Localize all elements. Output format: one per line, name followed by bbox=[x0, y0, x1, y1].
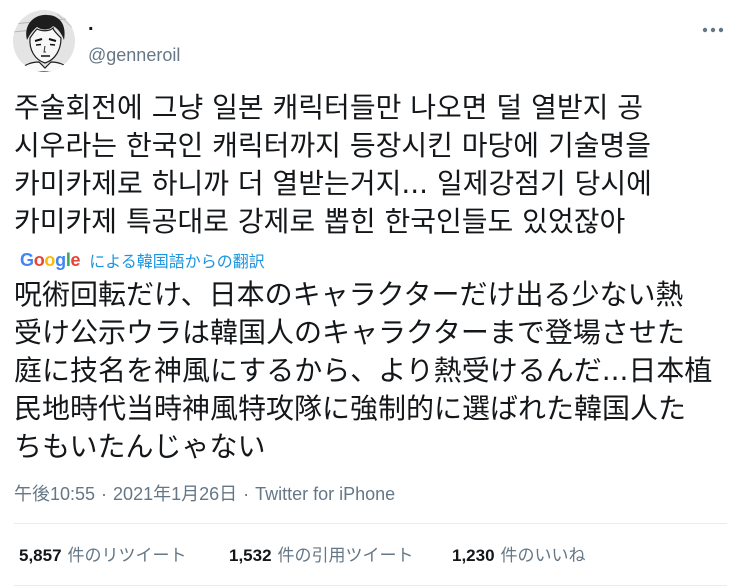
translation-attribution-link[interactable]: Google による韓国語からの翻訳 bbox=[20, 248, 265, 272]
divider bbox=[14, 523, 727, 524]
retweets-label: 件のリツイート bbox=[67, 546, 187, 565]
google-logo-letter: G bbox=[20, 249, 34, 270]
tweet-text-line: 카미카제로 하니까 더 열받는거지... 일제강점기 당시에 bbox=[14, 167, 652, 200]
retweets-stat-link[interactable]: 5,857 件のリツイート bbox=[19, 544, 187, 568]
avatar[interactable] bbox=[13, 10, 75, 72]
retweets-count: 5,857 bbox=[19, 546, 62, 565]
timestamp-link[interactable]: 午後10:55 · 2021年1月26日 bbox=[14, 482, 237, 506]
tweet-text-line: 카미카제 특공대로 강제로 뽑힌 한국인들도 있었잖아 bbox=[14, 205, 626, 238]
google-logo-letter: e bbox=[70, 249, 81, 270]
quote-tweets-label: 件の引用ツイート bbox=[277, 546, 414, 565]
google-logo: Google bbox=[20, 249, 81, 271]
translated-text-line: 呪術回転だけ、日本のキャラクターだけ出る少ない熱 bbox=[14, 278, 684, 311]
tweet-source-link[interactable]: Twitter for iPhone bbox=[255, 482, 395, 506]
tweet-meta: 午後10:55 · 2021年1月26日 · Twitter for iPhon… bbox=[14, 482, 395, 506]
google-logo-letter: o bbox=[33, 249, 45, 270]
meta-separator: · bbox=[243, 484, 250, 504]
meta-separator: · bbox=[101, 484, 108, 504]
translated-text-line: 民地時代当時神風特攻隊に強制的に選ばれた韓国人た bbox=[14, 392, 687, 425]
tweet-text: 주술회전에 그냥 일본 캐릭터들만 나오면 덜 열받지 공 시우라는 한국인 캐… bbox=[14, 89, 652, 241]
translation-attribution-label: による韓国語からの翻訳 bbox=[89, 252, 265, 271]
translated-text: 呪術回転だけ、日本のキャラクターだけ出る少ない熱 受け公示ウラは韓国人のキャラク… bbox=[14, 276, 712, 466]
translated-text-line: 庭に技名を神風にするから、より熱受けるんだ...日本植 bbox=[14, 354, 713, 387]
likes-stat-link[interactable]: 1,230 件のいいね bbox=[452, 544, 586, 568]
tweet-date: 2021年1月26日 bbox=[113, 484, 238, 504]
translated-text-line: ちもいたんじゃない bbox=[14, 430, 266, 463]
avatar-portrait bbox=[13, 10, 75, 72]
quote-tweets-count: 1,532 bbox=[229, 546, 272, 565]
more-icon[interactable] bbox=[700, 20, 726, 40]
google-logo-letter: g bbox=[55, 249, 66, 270]
author-display-name[interactable]: . bbox=[88, 12, 94, 36]
likes-count: 1,230 bbox=[452, 546, 495, 565]
translated-text-line: 受け公示ウラは韓国人のキャラクターまで登場させた bbox=[14, 316, 685, 349]
tweet-time: 午後10:55 bbox=[14, 484, 96, 504]
more-horizontal-icon bbox=[702, 27, 724, 33]
google-logo-letter: o bbox=[44, 249, 56, 270]
author-handle[interactable]: @genneroil bbox=[88, 43, 180, 67]
tweet-text-line: 주술회전에 그냥 일본 캐릭터들만 나오면 덜 열받지 공 bbox=[14, 91, 644, 124]
tweet-text-line: 시우라는 한국인 캐릭터까지 등장시킨 마당에 기술명을 bbox=[14, 129, 651, 162]
likes-label: 件のいいね bbox=[500, 546, 586, 565]
quote-tweets-stat-link[interactable]: 1,532 件の引用ツイート bbox=[229, 544, 414, 568]
